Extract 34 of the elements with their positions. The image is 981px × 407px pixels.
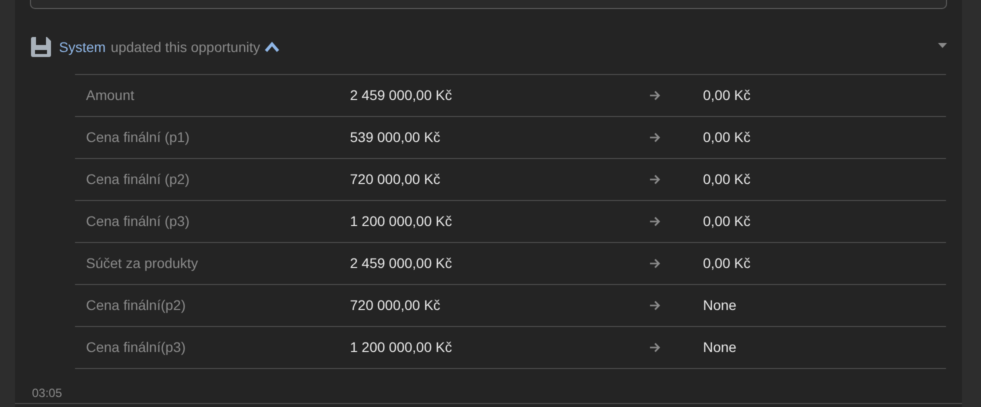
old-value: 2 459 000,00 Kč [350, 86, 453, 105]
save-icon [30, 36, 52, 58]
timestamp: 03:05 [32, 385, 64, 402]
field-name: Cena finální (p1) [86, 128, 191, 147]
new-value: 0,00 Kč [703, 128, 750, 147]
arrow-right-icon [649, 342, 661, 353]
new-value: 0,00 Kč [703, 170, 750, 189]
field-name: Súčet za produkty [86, 254, 200, 273]
old-value: 1 200 000,00 Kč [350, 338, 453, 357]
event-description: updated this opportunity [110, 38, 260, 57]
new-value: None [703, 296, 736, 315]
field-name: Cena finální(p2) [86, 296, 187, 315]
field-name: Cena finální (p3) [86, 212, 191, 231]
field-name: Amount [86, 86, 136, 105]
chevron-up-icon [264, 41, 280, 53]
old-value: 720 000,00 Kč [350, 296, 442, 315]
new-value: 0,00 Kč [703, 86, 750, 105]
actor-link[interactable]: System [59, 36, 106, 58]
arrow-right-icon [649, 258, 661, 269]
old-value: 720 000,00 Kč [350, 170, 442, 189]
arrow-right-icon [649, 132, 661, 143]
new-value: None [703, 338, 736, 357]
field-name: Cena finální (p2) [86, 170, 191, 189]
old-value: 539 000,00 Kč [350, 128, 442, 147]
arrow-right-icon [649, 174, 661, 185]
old-value: 1 200 000,00 Kč [350, 212, 453, 231]
old-value: 2 459 000,00 Kč [350, 254, 453, 273]
dropdown-caret-icon[interactable] [938, 42, 947, 48]
field-name: Cena finální(p3) [86, 338, 187, 357]
new-value: 0,00 Kč [703, 254, 750, 273]
new-value: 0,00 Kč [703, 212, 750, 231]
arrow-right-icon [649, 300, 661, 311]
arrow-right-icon [649, 216, 661, 227]
arrow-right-icon [649, 90, 661, 101]
